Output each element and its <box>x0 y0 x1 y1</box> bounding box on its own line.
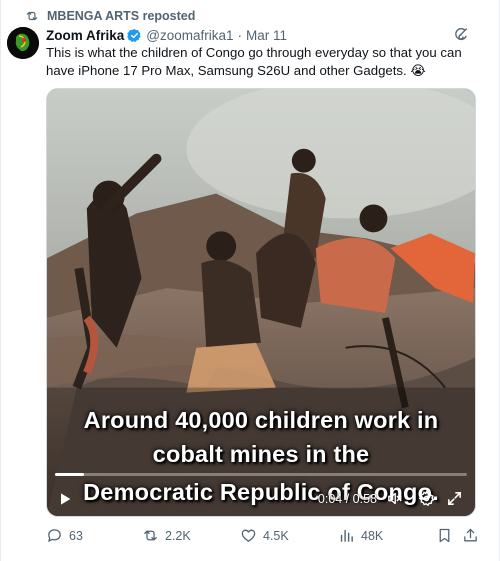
views-count: 48K <box>361 528 384 543</box>
author-name[interactable]: Zoom Afrika <box>46 28 124 43</box>
views-icon <box>340 529 353 542</box>
tweet-text: This is what the children of Congo go th… <box>46 45 462 78</box>
reply-count: 63 <box>69 528 83 543</box>
post-date[interactable]: Mar 11 <box>246 28 287 43</box>
reply-icon <box>48 529 61 542</box>
like-count: 4.5K <box>263 528 289 543</box>
tweet-actions: 63 2.2K 4.5K 48K <box>46 527 486 547</box>
repost-indicator[interactable]: MBENGA ARTS reposted <box>25 8 195 24</box>
repost-count: 2.2K <box>165 528 191 543</box>
verified-badge-icon <box>127 28 141 42</box>
video-progress-bar[interactable] <box>55 473 467 476</box>
repost-label: MBENGA ARTS reposted <box>47 9 196 23</box>
share-button[interactable] <box>462 527 479 544</box>
repost-icon <box>26 11 38 21</box>
share-icon <box>464 528 477 542</box>
repost-icon <box>144 530 157 541</box>
video-caption-line-2: cobalt mines in the <box>152 441 370 467</box>
video-caption-line-1: Around 40,000 children work in <box>83 407 439 433</box>
video-progress-fill <box>55 473 84 476</box>
like-icon <box>241 529 256 542</box>
author-handle[interactable]: @zoomafrika1 <box>146 28 233 43</box>
video-caption-line-3: Democratic Republic of Congo. <box>83 479 439 505</box>
bookmark-icon <box>439 528 450 543</box>
video-time: 0:04 / 0:58 <box>317 492 377 506</box>
tweet-header: Zoom Afrika @zoomafrika1 · Mar 11 <box>46 26 477 44</box>
bookmark-button[interactable] <box>436 527 453 544</box>
fullscreen-icon[interactable] <box>446 490 463 507</box>
tweet-container: MBENGA ARTS reposted Zoom Afrika @zoomaf… <box>0 0 500 561</box>
reply-button[interactable]: 63 <box>46 527 83 544</box>
settings-icon[interactable] <box>418 490 435 507</box>
like-button[interactable]: 4.5K <box>240 527 289 544</box>
repost-button[interactable]: 2.2K <box>142 527 191 544</box>
volume-icon[interactable] <box>386 490 403 507</box>
views-button[interactable]: 48K <box>338 527 383 544</box>
grok-icon[interactable] <box>453 27 469 43</box>
avatar[interactable] <box>7 27 39 59</box>
video-player[interactable]: Around 40,000 children work in cobalt mi… <box>46 88 476 517</box>
separator: · <box>237 27 243 43</box>
play-icon[interactable] <box>57 491 73 507</box>
